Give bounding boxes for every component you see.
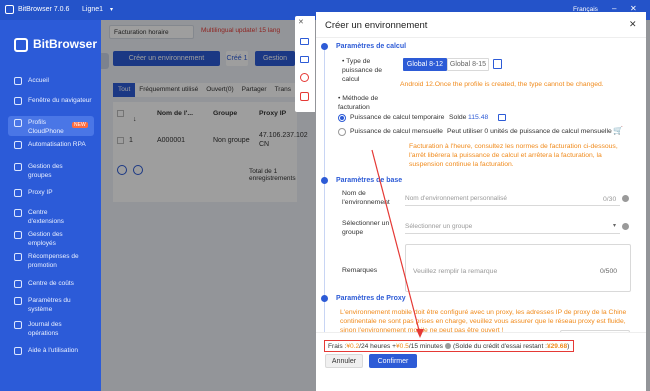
annotation-arrow [371, 149, 424, 338]
arrow-head [416, 329, 424, 338]
arrow-line [371, 149, 421, 335]
